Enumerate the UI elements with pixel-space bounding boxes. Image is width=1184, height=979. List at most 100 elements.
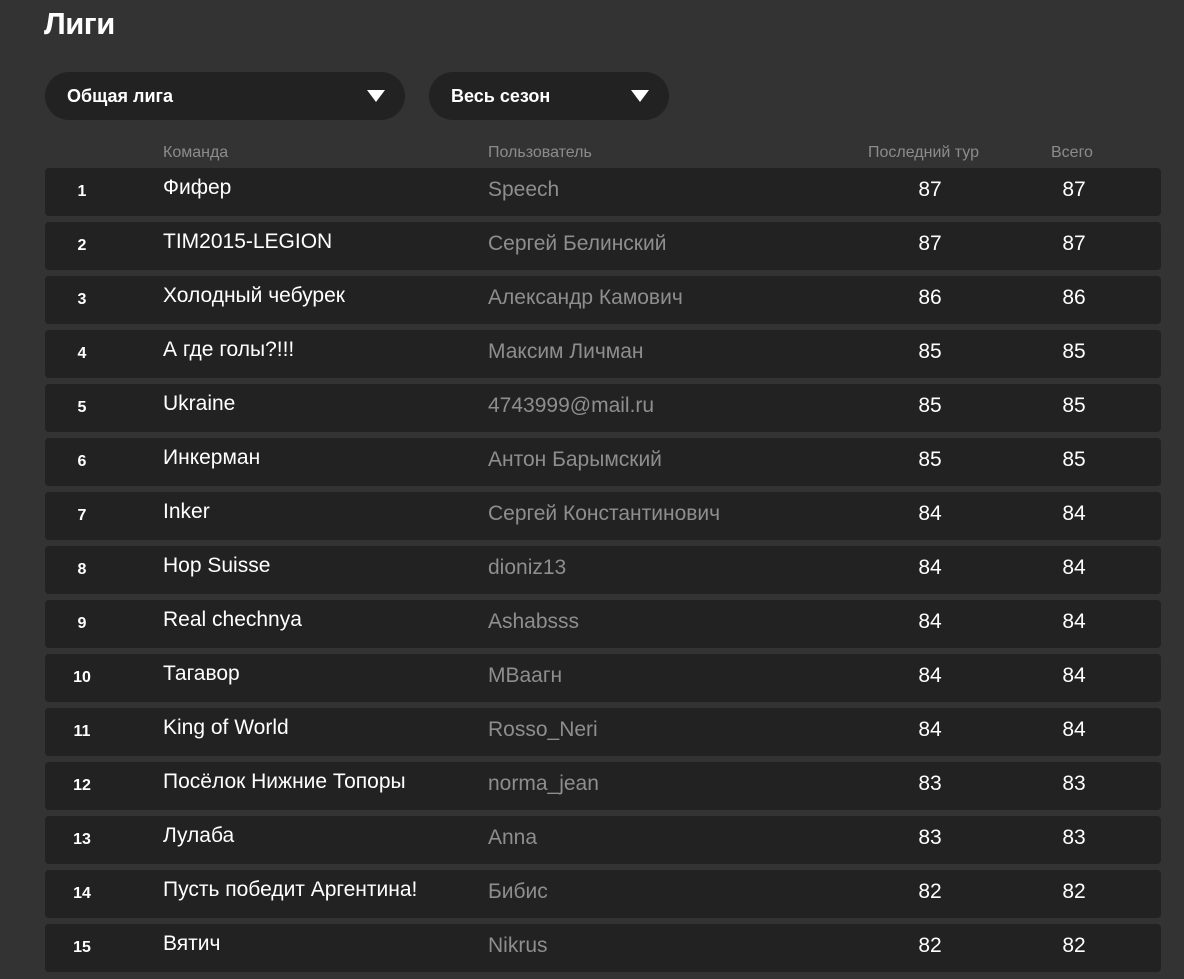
team-name: Посёлок Нижние Топоры (163, 770, 406, 793)
table-row[interactable]: 6 Инкерман Антон Барымский 85 85 (45, 438, 1161, 486)
team-name: King of World (163, 716, 289, 739)
table-body: 1 Фифер Speech 87 87 2 TIM2015-LEGION Сергей Бе… (45, 168, 1161, 972)
total-points: 83 (1062, 772, 1086, 795)
total-points: 84 (1062, 718, 1086, 741)
user-name: Anna (488, 826, 538, 849)
user-name: dioniz13 (488, 556, 567, 579)
last-round-points: 85 (918, 340, 942, 363)
table-row[interactable]: 7 Inker Сергей Константинович 84 84 (45, 492, 1161, 540)
total-points: 87 (1062, 232, 1086, 255)
table-row[interactable]: 9 Real chechnya Ashabsss 84 84 (45, 600, 1161, 648)
total-points: 84 (1062, 664, 1086, 687)
team-name: Пусть победит Аргентина! (163, 878, 418, 901)
user-name: Сергей Белинский (488, 232, 667, 255)
last-round-points: 84 (918, 502, 942, 525)
column-header-last-round: Последний тур (868, 144, 979, 161)
team-name: Тагавор (163, 662, 240, 685)
total-points: 86 (1062, 286, 1086, 309)
table-row[interactable]: 8 Hop Suisse dioniz13 84 84 (45, 546, 1161, 594)
table-row[interactable]: 13 Лулаба Anna 83 83 (45, 816, 1161, 864)
user-name: Rosso_Neri (488, 718, 598, 741)
rank-cell: 3 (77, 291, 87, 308)
total-points: 85 (1062, 340, 1086, 363)
rank-cell: 8 (77, 561, 87, 578)
last-round-points: 87 (918, 232, 942, 255)
rank-cell: 9 (77, 615, 87, 632)
total-points: 82 (1062, 880, 1086, 903)
team-name: Инкерман (163, 446, 261, 469)
user-name: Сергей Константинович (488, 502, 721, 525)
column-header-total: Всего (1051, 144, 1093, 161)
total-points: 85 (1062, 394, 1086, 417)
last-round-points: 84 (918, 718, 942, 741)
rank-cell: 4 (77, 345, 87, 362)
total-points: 84 (1062, 556, 1086, 579)
table-row[interactable]: 3 Холодный чебурек Александр Камович 86 86 (45, 276, 1161, 324)
column-header-user: Пользователь (488, 144, 592, 161)
team-name: Лулаба (163, 824, 235, 847)
team-name: TIM2015-LEGION (163, 230, 333, 253)
period-select-value: Весь сезон (451, 85, 551, 106)
rank-cell: 13 (73, 831, 91, 848)
user-name: Антон Барымский (488, 448, 662, 471)
rank-cell: 14 (73, 885, 91, 902)
last-round-points: 84 (918, 556, 942, 579)
user-name: norma_jean (488, 772, 599, 795)
team-name: Вятич (163, 932, 221, 955)
chevron-down-icon (631, 90, 649, 102)
rank-cell: 12 (73, 777, 91, 794)
user-name: MBаагн (488, 664, 563, 687)
last-round-points: 82 (918, 934, 942, 957)
rank-cell: 11 (73, 723, 91, 740)
league-select-value: Общая лига (67, 85, 174, 106)
last-round-points: 85 (918, 448, 942, 471)
table-row[interactable]: 12 Посёлок Нижние Топоры norma_jean 83 83 (45, 762, 1161, 810)
user-name: Максим Личман (488, 340, 644, 363)
rank-cell: 15 (73, 939, 91, 956)
filters-bar: Общая лига Весь сезон (45, 72, 669, 120)
user-name: Nikrus (488, 934, 548, 957)
last-round-points: 85 (918, 394, 942, 417)
last-round-points: 82 (918, 880, 942, 903)
team-name: Hop Suisse (163, 554, 271, 577)
total-points: 82 (1062, 934, 1086, 957)
user-name: Speech (488, 178, 560, 201)
team-name: Real chechnya (163, 608, 302, 631)
standings-table: Команда Пользователь Последний тур Всего… (45, 142, 1161, 978)
period-select[interactable]: Весь сезон (429, 72, 669, 120)
user-name: 4743999@mail.ru (488, 394, 655, 417)
column-header-team: Команда (163, 144, 229, 161)
table-row[interactable]: 14 Пусть победит Аргентина! Бибис 82 82 (45, 870, 1161, 918)
user-name: Бибис (488, 880, 548, 903)
last-round-points: 83 (918, 772, 942, 795)
team-name: А где голы?!!! (163, 338, 295, 361)
total-points: 84 (1062, 610, 1086, 633)
table-row[interactable]: 1 Фифер Speech 87 87 (45, 168, 1161, 216)
table-row[interactable]: 5 Ukraine 4743999@mail.ru 85 85 (45, 384, 1161, 432)
table-row[interactable]: 2 TIM2015-LEGION Сергей Белинский 87 87 (45, 222, 1161, 270)
table-row[interactable]: 15 Вятич Nikrus 82 82 (45, 924, 1161, 972)
rank-cell: 6 (77, 453, 87, 470)
league-select[interactable]: Общая лига (45, 72, 405, 120)
rank-cell: 10 (73, 669, 91, 686)
page-title: Лиги (44, 6, 115, 41)
total-points: 85 (1062, 448, 1086, 471)
team-name: Inker (163, 500, 210, 523)
rank-cell: 5 (77, 399, 87, 416)
total-points: 84 (1062, 502, 1086, 525)
team-name: Фифер (163, 176, 232, 199)
last-round-points: 87 (918, 178, 942, 201)
chevron-down-icon (367, 90, 385, 102)
last-round-points: 83 (918, 826, 942, 849)
team-name: Ukraine (163, 392, 236, 415)
total-points: 87 (1062, 178, 1086, 201)
team-name: Холодный чебурек (163, 284, 345, 307)
rank-cell: 7 (77, 507, 87, 524)
rank-cell: 2 (77, 237, 87, 254)
user-name: Александр Камович (488, 286, 683, 309)
table-row[interactable]: 10 Тагавор MBаагн 84 84 (45, 654, 1161, 702)
user-name: Ashabsss (488, 610, 580, 633)
last-round-points: 84 (918, 664, 942, 687)
table-row[interactable]: 11 King of World Rosso_Neri 84 84 (45, 708, 1161, 756)
table-row[interactable]: 4 А где голы?!!! Максим Личман 85 85 (45, 330, 1161, 378)
